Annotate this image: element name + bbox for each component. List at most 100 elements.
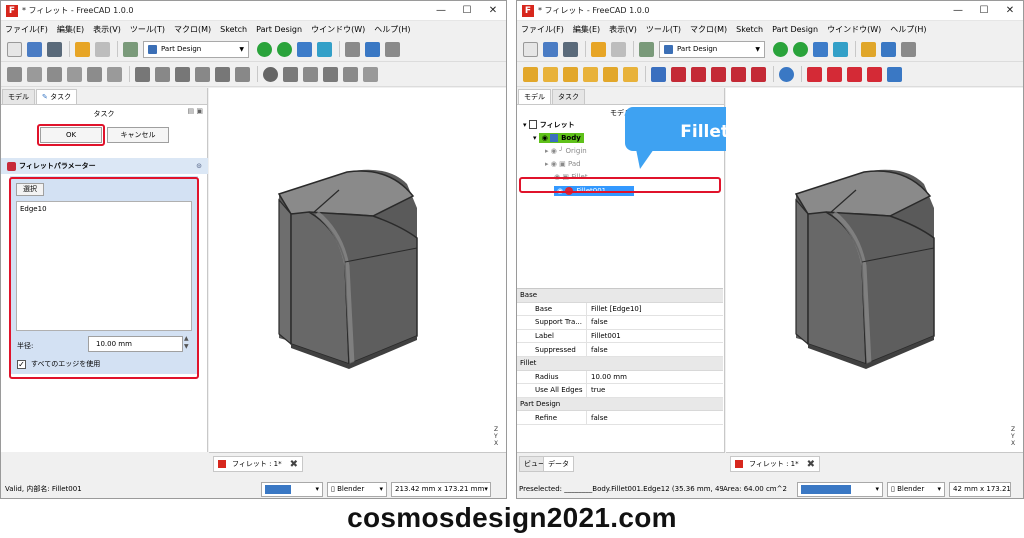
hole-icon[interactable] [671, 66, 686, 82]
select-button[interactable]: 選択 [16, 183, 44, 196]
prop-row-suppressed[interactable]: Suppressed false [517, 343, 723, 357]
view-cube-icon[interactable] [813, 41, 828, 57]
menu-file[interactable]: ファイル(F) [521, 24, 564, 35]
pocket-icon[interactable] [27, 66, 42, 82]
measure-icon[interactable] [317, 41, 332, 57]
prop-row-use-all-edges[interactable]: Use All Edges true [517, 384, 723, 398]
subtractive-loft-icon[interactable] [711, 66, 726, 82]
fillet-icon[interactable] [283, 66, 298, 82]
thickness-icon[interactable] [343, 66, 358, 82]
fit-selection-icon[interactable] [793, 41, 808, 57]
menu-part-design[interactable]: Part Design [772, 25, 818, 34]
mirror-icon[interactable] [363, 66, 378, 82]
new-file-icon[interactable] [7, 41, 22, 57]
measure-icon[interactable] [833, 41, 848, 57]
additive-primitive-icon[interactable] [623, 66, 638, 82]
chamfer-icon[interactable] [303, 66, 318, 82]
menu-tools[interactable]: ツール(T) [130, 24, 165, 35]
fit-selection-icon[interactable] [277, 41, 292, 57]
menu-part-design[interactable]: Part Design [256, 25, 302, 34]
subtractive-pipe-icon[interactable] [195, 66, 210, 82]
maximize-button[interactable]: ☐ [454, 5, 480, 16]
tab-model[interactable]: モデル [2, 89, 35, 104]
draft-icon[interactable] [847, 66, 862, 82]
groove-icon[interactable] [691, 66, 706, 82]
whats-this-icon[interactable] [365, 41, 380, 57]
helix-icon[interactable] [603, 66, 618, 82]
document-tab[interactable]: フィレット : 1* ✖ [730, 456, 821, 472]
workbench-selector[interactable]: Part Design ▼ [143, 40, 249, 58]
menu-help[interactable]: ヘルプ(H) [374, 24, 410, 35]
pipe-icon[interactable] [583, 66, 598, 82]
revolve-icon[interactable] [47, 66, 62, 82]
prop-row-label[interactable]: Label Fillet001 [517, 329, 723, 344]
save-icon[interactable] [47, 41, 62, 57]
pad-icon[interactable] [7, 66, 22, 82]
fillet-icon[interactable] [807, 66, 822, 82]
dimension-readout[interactable]: 213.42 mm x 173.21 mm ▾ [391, 481, 491, 497]
fit-all-icon[interactable] [257, 41, 272, 57]
radius-input[interactable]: 10.00 mm [88, 336, 183, 352]
panel-controls-icon[interactable]: ▤ ▣ [188, 107, 203, 115]
subtractive-helix-icon[interactable] [215, 66, 230, 82]
loft-icon[interactable] [563, 66, 578, 82]
prop-row-refine[interactable]: Refine false [517, 411, 723, 425]
menu-view[interactable]: 表示(V) [93, 24, 121, 35]
tab-data[interactable]: データ [543, 456, 574, 472]
menu-macro[interactable]: マクロ(M) [174, 24, 211, 35]
dimension-readout[interactable]: 42 mm x 173.21▾ [949, 481, 1011, 497]
tab-task[interactable]: タスク [552, 89, 585, 104]
menu-edit[interactable]: 編集(E) [573, 24, 600, 35]
prop-row-base[interactable]: Base Fillet [Edge10] [517, 302, 723, 317]
document-tab[interactable]: フィレット : 1* ✖ [213, 456, 304, 472]
thickness-icon[interactable] [867, 66, 882, 82]
menu-help[interactable]: ヘルプ(H) [890, 24, 926, 35]
style-dropdown[interactable]: ▾ [797, 481, 883, 497]
style-dropdown[interactable]: ▾ [261, 481, 323, 497]
use-all-edges-checkbox[interactable]: ✓ [17, 359, 26, 369]
menu-sketch[interactable]: Sketch [220, 25, 247, 34]
hole-icon[interactable] [155, 66, 170, 82]
redo-icon[interactable] [95, 41, 110, 57]
save-icon[interactable] [563, 41, 578, 57]
maximize-button[interactable]: ☐ [971, 5, 997, 16]
menu-window[interactable]: ウインドウ(W) [827, 24, 881, 35]
3d-viewport[interactable]: ZYX [726, 88, 1023, 452]
list-item[interactable]: Edge10 [20, 205, 188, 213]
part-icon[interactable] [345, 41, 360, 57]
spin-icon[interactable]: ▲ ▼ [184, 335, 189, 351]
pocket-icon[interactable] [651, 66, 666, 82]
part-icon[interactable] [861, 41, 876, 57]
pipe-icon[interactable] [87, 66, 102, 82]
close-window-button[interactable]: ✕ [997, 5, 1023, 16]
loft-icon[interactable] [67, 66, 82, 82]
workbench-selector[interactable]: Part Design ▼ [659, 40, 765, 58]
mirror-icon[interactable] [887, 66, 902, 82]
revolve-icon[interactable] [543, 66, 558, 82]
menu-edit[interactable]: 編集(E) [57, 24, 84, 35]
prop-row-support-transform[interactable]: Support Tra... false [517, 316, 723, 330]
undo-icon[interactable] [75, 41, 90, 57]
undo-icon[interactable] [591, 41, 606, 57]
open-file-icon[interactable] [27, 41, 42, 57]
menu-tools[interactable]: ツール(T) [646, 24, 681, 35]
subtractive-helix-icon[interactable] [751, 66, 766, 82]
navigation-style-dropdown[interactable]: ▯ Blender ▾ [887, 481, 945, 497]
boolean-icon[interactable] [263, 66, 278, 82]
refresh-icon[interactable] [639, 41, 654, 57]
macro-icon[interactable] [385, 41, 400, 57]
subtractive-pipe-icon[interactable] [731, 66, 746, 82]
subtractive-loft-icon[interactable] [175, 66, 190, 82]
groove-icon[interactable] [135, 66, 150, 82]
menu-file[interactable]: ファイル(F) [5, 24, 48, 35]
view-cube-icon[interactable] [297, 41, 312, 57]
boolean-icon[interactable] [779, 66, 794, 82]
redo-icon[interactable] [611, 41, 626, 57]
edge-list[interactable]: Edge10 [16, 201, 192, 331]
tab-model[interactable]: モデル [518, 89, 551, 104]
cancel-button[interactable]: キャンセル [107, 127, 169, 143]
3d-viewport[interactable]: ZYX [209, 88, 506, 452]
prop-row-radius[interactable]: Radius 10.00 mm [517, 370, 723, 385]
tree-item-pad[interactable]: ▸ ◉ ▣ Pad [523, 157, 723, 170]
minimize-button[interactable]: — [945, 5, 971, 16]
